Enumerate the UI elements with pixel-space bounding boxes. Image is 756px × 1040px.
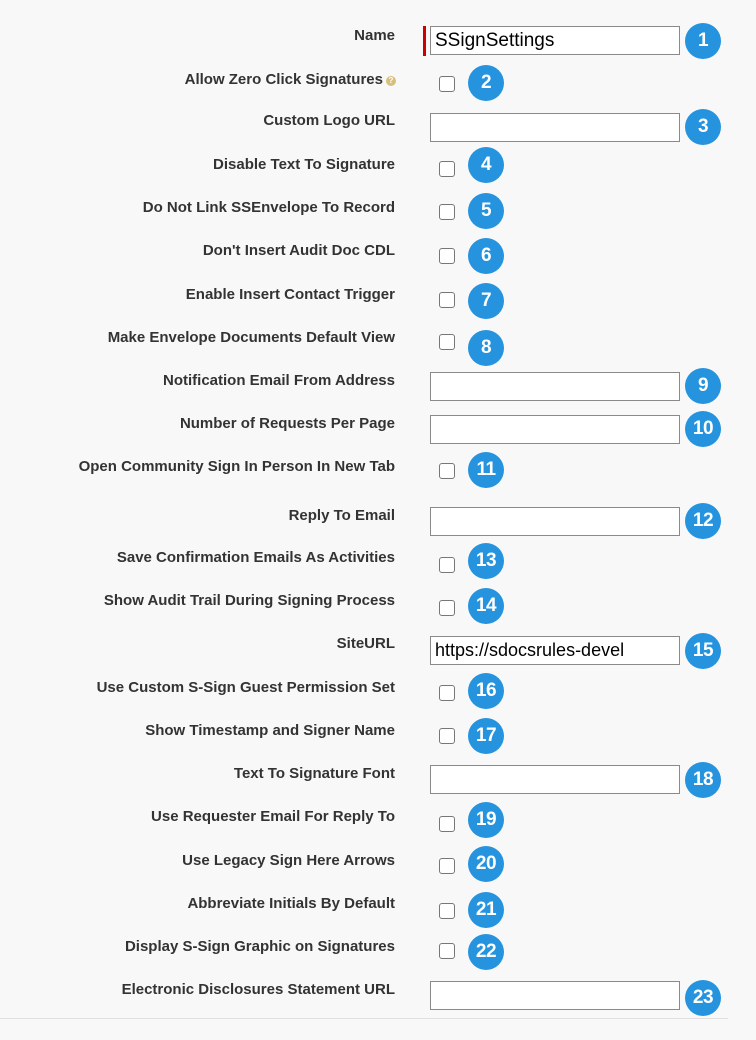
name-label: Name [354,27,395,44]
callout-badge-5: 5 [468,193,504,229]
disable-text-to-signature-label: Disable Text To Signature [213,156,395,173]
dont-insert-audit-doc-label: Don't Insert Audit Doc CDL [202,242,395,259]
text-to-signature-font-input[interactable] [430,765,680,794]
number-of-requests-label: Number of Requests Per Page [179,415,395,432]
use-legacy-arrows-checkbox[interactable] [439,858,455,874]
callout-badge-12: 12 [685,503,721,539]
callout-badge-13: 13 [468,543,504,579]
make-envelope-default-view-label: Make Envelope Documents Default View [107,329,395,346]
text-to-signature-font-label: Text To Signature Font [233,765,395,782]
enable-insert-contact-trigger-label: Enable Insert Contact Trigger [185,286,395,303]
open-community-sign-label: Open Community Sign In Person In New Tab [78,458,395,475]
site-url-label: SiteURL [336,635,395,652]
callout-badge-9: 9 [685,368,721,404]
display-graphic-checkbox[interactable] [439,943,455,959]
allow-zero-click-checkbox[interactable] [439,76,455,92]
notification-email-from-label: Notification Email From Address [163,372,395,389]
callout-badge-2: 2 [468,65,504,101]
reply-to-email-input[interactable] [430,507,680,536]
show-timestamp-signer-label: Show Timestamp and Signer Name [145,722,395,739]
do-not-link-envelope-label: Do Not Link SSEnvelope To Record [142,199,395,216]
make-envelope-default-view-checkbox[interactable] [439,334,455,350]
callout-badge-6: 6 [468,238,504,274]
show-audit-trail-checkbox[interactable] [439,600,455,616]
display-graphic-label: Display S-Sign Graphic on Signatures [124,938,395,955]
use-requester-email-label: Use Requester Email For Reply To [151,808,395,825]
settings-form: Name 1 Allow Zero Click Signatures? 2 Cu… [0,0,756,1040]
use-custom-guest-permission-label: Use Custom S-Sign Guest Permission Set [96,679,395,696]
callout-badge-16: 16 [468,673,504,709]
callout-badge-7: 7 [468,283,504,319]
notification-email-from-input[interactable] [430,372,680,401]
open-community-sign-checkbox[interactable] [439,463,455,479]
callout-badge-22: 22 [468,934,504,970]
callout-badge-15: 15 [685,633,721,669]
electronic-disclosures-url-label: Electronic Disclosures Statement URL [121,981,395,998]
enable-insert-contact-trigger-checkbox[interactable] [439,292,455,308]
use-legacy-arrows-label: Use Legacy Sign Here Arrows [182,852,395,869]
show-timestamp-signer-checkbox[interactable] [439,728,455,744]
do-not-link-envelope-checkbox[interactable] [439,204,455,220]
site-url-input[interactable] [430,636,680,665]
show-audit-trail-label: Show Audit Trail During Signing Process [103,592,395,609]
custom-logo-url-input[interactable] [430,113,680,142]
callout-badge-10: 10 [685,411,721,447]
callout-badge-23: 23 [685,980,721,1016]
disable-text-to-signature-checkbox[interactable] [439,161,455,177]
electronic-disclosures-url-input[interactable] [430,981,680,1010]
callout-badge-17: 17 [468,718,504,754]
callout-badge-3: 3 [685,109,721,145]
allow-zero-click-label: Allow Zero Click Signatures? [16,70,396,89]
abbreviate-initials-label: Abbreviate Initials By Default [187,895,395,912]
callout-badge-19: 19 [468,802,504,838]
number-of-requests-input[interactable] [430,415,680,444]
name-input[interactable] [430,26,680,55]
save-confirmation-emails-label: Save Confirmation Emails As Activities [116,549,395,566]
callout-badge-8: 8 [468,330,504,366]
use-custom-guest-permission-checkbox[interactable] [439,685,455,701]
help-icon[interactable]: ? [386,76,396,86]
abbreviate-initials-checkbox[interactable] [439,903,455,919]
divider [0,1018,728,1019]
dont-insert-audit-doc-checkbox[interactable] [439,248,455,264]
callout-badge-18: 18 [685,762,721,798]
save-confirmation-emails-checkbox[interactable] [439,557,455,573]
required-indicator [423,26,426,56]
callout-badge-11: 11 [468,452,504,488]
callout-badge-14: 14 [468,588,504,624]
custom-logo-url-label: Custom Logo URL [263,112,395,129]
callout-badge-4: 4 [468,147,504,183]
reply-to-email-label: Reply To Email [288,507,395,524]
callout-badge-21: 21 [468,892,504,928]
callout-badge-1: 1 [685,23,721,59]
use-requester-email-checkbox[interactable] [439,816,455,832]
callout-badge-20: 20 [468,846,504,882]
